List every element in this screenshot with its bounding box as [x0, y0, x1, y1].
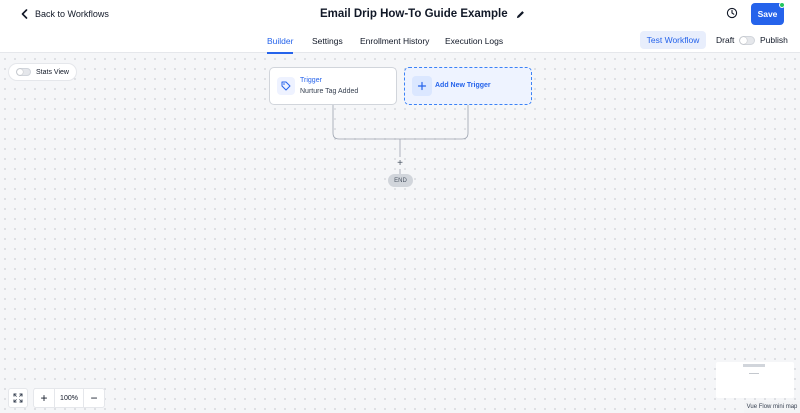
workflow-canvas[interactable] — [0, 54, 800, 413]
top-bar: Back to Workflows Email Drip How-To Guid… — [0, 0, 800, 28]
minimap-label: Vue Flow mini map — [744, 401, 800, 413]
unsaved-indicator-dot — [779, 2, 785, 8]
pencil-icon[interactable] — [516, 10, 525, 19]
stats-view-label: Stats View — [36, 68, 69, 76]
trigger-node-title: Trigger — [300, 77, 322, 84]
tab-settings[interactable]: Settings — [312, 28, 343, 53]
trigger-node[interactable]: Trigger Nurture Tag Added — [269, 67, 397, 105]
trigger-node-subtitle: Nurture Tag Added — [300, 88, 359, 95]
add-new-trigger-label: Add New Trigger — [435, 82, 491, 89]
tab-builder[interactable]: Builder — [267, 28, 294, 54]
tab-enrollment-history[interactable]: Enrollment History — [360, 28, 429, 53]
test-workflow-button[interactable]: Test Workflow — [640, 31, 706, 49]
draft-label: Draft — [716, 35, 735, 45]
zoom-in-button[interactable]: + — [34, 389, 54, 407]
zoom-out-button[interactable]: − — [84, 389, 104, 407]
workflow-title: Email Drip How-To Guide Example — [320, 6, 525, 22]
back-label: Back to Workflows — [35, 9, 109, 19]
minimap-node — [743, 364, 765, 367]
toggle-knob — [17, 69, 23, 75]
stats-view-toggle[interactable]: Stats View — [8, 63, 77, 81]
publish-label: Publish — [760, 35, 788, 45]
zoom-level: 100% — [54, 389, 84, 407]
chevron-left-icon — [21, 9, 28, 19]
tag-icon-wrapper — [277, 77, 295, 95]
zoom-controls: + 100% − — [33, 388, 105, 408]
plus-icon — [417, 81, 427, 91]
add-step-button[interactable]: + — [394, 157, 406, 169]
add-new-trigger-node[interactable]: Add New Trigger — [404, 67, 532, 105]
history-icon[interactable] — [726, 7, 738, 19]
back-to-workflows-button[interactable]: Back to Workflows — [20, 8, 109, 20]
fit-view-button[interactable] — [8, 388, 28, 408]
plus-icon-wrapper — [412, 76, 432, 96]
tabs-bar: Builder Settings Enrollment History Exec… — [0, 28, 800, 54]
tag-icon — [281, 81, 291, 91]
page-title: Email Drip How-To Guide Example — [320, 8, 508, 20]
publish-toggle[interactable] — [739, 36, 755, 45]
stats-view-switch[interactable] — [16, 68, 31, 76]
mini-map[interactable] — [716, 362, 794, 398]
minimap-node — [749, 373, 759, 374]
toggle-knob — [740, 37, 747, 44]
expand-icon — [13, 393, 23, 403]
end-node: END — [388, 174, 413, 187]
tab-execution-logs[interactable]: Execution Logs — [445, 28, 503, 53]
